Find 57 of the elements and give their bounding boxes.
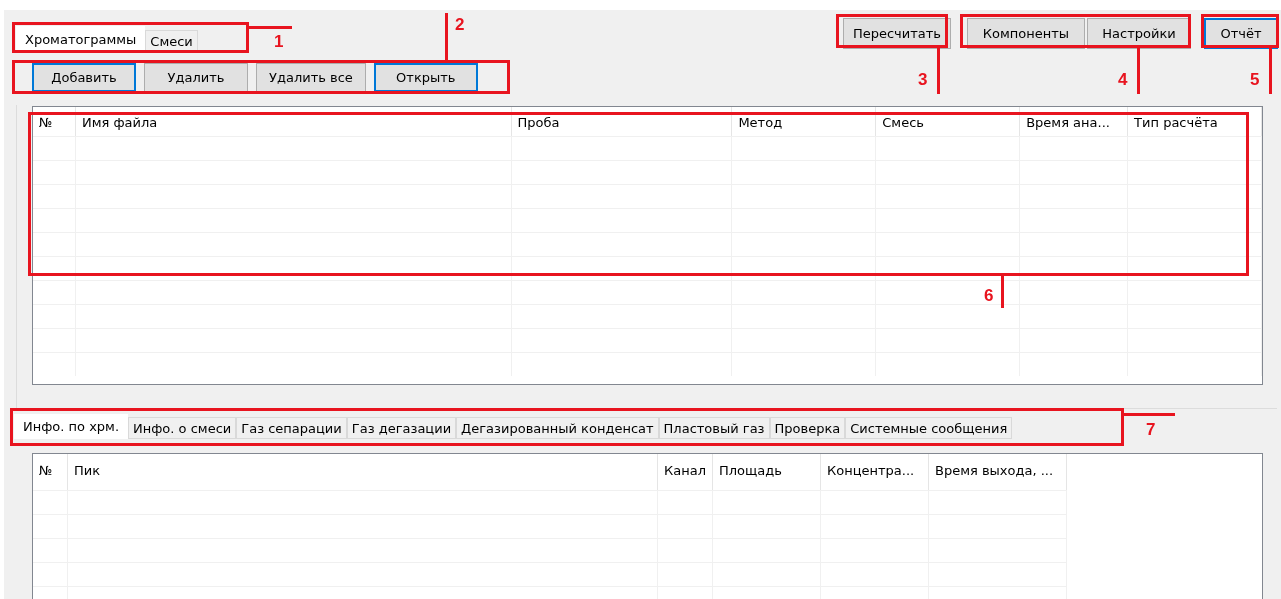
annotation-number: 1 [274,32,284,52]
table-cell [33,184,76,208]
table-cell [33,208,76,232]
column-header[interactable]: Пик [74,463,101,478]
table-cell [33,160,76,184]
toolbar-button[interactable]: Отчёт [1204,18,1278,49]
column-header[interactable]: Смесь [882,115,924,130]
table-cell [33,280,76,304]
toolbar-button[interactable]: Удалить все [256,63,366,92]
column-header[interactable]: Тип расчёта [1134,115,1218,130]
leader-line [247,25,292,29]
toolbar-button[interactable]: Добавить [32,63,136,92]
annotation-number: 3 [918,70,928,90]
table-cell [33,256,76,280]
tab[interactable]: Проверка [769,417,846,439]
table-cell [33,352,76,376]
tab[interactable]: Системные сообщения [845,417,1013,439]
annotation-number: 7 [1146,420,1156,440]
leader-line [936,46,940,94]
toolbar-button[interactable]: Пересчитать [843,18,951,49]
table-cell [33,328,76,352]
annotation-number: 2 [455,15,465,35]
tab[interactable]: Смеси [145,30,198,52]
toolbar-button[interactable]: Открыть [373,63,478,92]
tab[interactable]: Хроматограммы [16,26,146,52]
toolbar-button[interactable]: Удалить [144,63,248,92]
column-header[interactable]: Проба [517,115,560,130]
toolbar-button[interactable]: Настройки [1087,18,1191,49]
table-cell [33,232,76,256]
column-header[interactable]: № [39,463,53,478]
annotation-number: 5 [1250,70,1260,90]
column-header[interactable]: Канал [664,463,706,478]
leader-line [444,12,448,62]
column-header[interactable]: Имя файла [81,115,158,130]
table-cell [33,562,68,586]
column-header[interactable]: Время ана... [1026,115,1110,130]
leader-line [1122,412,1175,416]
table-cell [33,304,76,328]
toolbar-button[interactable]: Компоненты [967,18,1085,49]
leader-line [1268,46,1272,94]
leader-line [1136,46,1140,94]
annotation-number: 6 [984,286,994,306]
table-cell [33,538,68,562]
tab[interactable]: Пластовый газ [658,417,770,439]
tab[interactable]: Инфо. по хрм. [14,414,129,439]
tab[interactable]: Газ дегазации [346,417,457,439]
table-cell [33,514,68,538]
annotation-number: 4 [1118,70,1128,90]
tab[interactable]: Дегазированный конденсат [456,417,659,439]
column-header[interactable]: Метод [738,115,783,130]
leader-line [1000,274,1004,308]
tab[interactable]: Инфо. о смеси [128,417,237,439]
column-header[interactable]: № [39,115,53,130]
column-header[interactable]: Время выхода, ... [935,463,1054,478]
column-header[interactable]: Площадь [719,463,782,478]
tab[interactable]: Газ сепарации [236,417,347,439]
column-header[interactable]: Концентра... [827,463,915,478]
